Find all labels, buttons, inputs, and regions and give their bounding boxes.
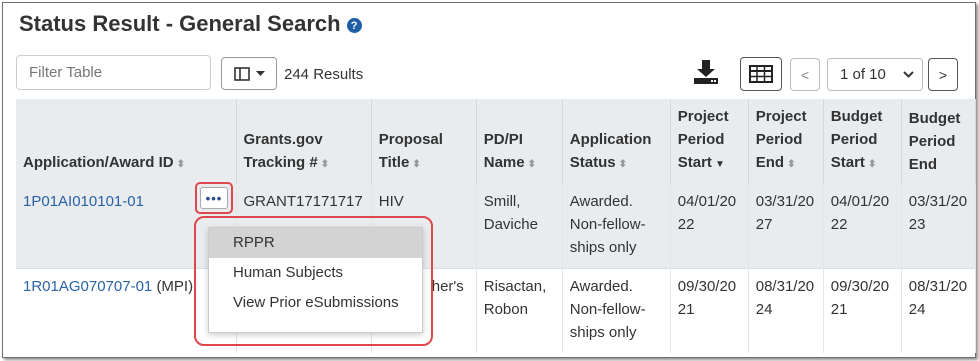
col-header[interactable]: PD/PI Name ⬍ — [476, 99, 563, 184]
next-page-button[interactable]: > — [928, 58, 958, 91]
page-title-text: Status Result - General Search — [19, 11, 341, 36]
status-cell: Awarded. Non-fellow-ships only — [562, 184, 671, 269]
chevron-down-icon — [903, 71, 914, 78]
highlight-box — [195, 182, 233, 214]
col-header-sorted[interactable]: Project Period Start ▼ — [670, 99, 749, 184]
proj-end-cell: 03/31/20 27 — [748, 184, 824, 269]
col-header[interactable]: Project Period End ⬍ — [748, 99, 824, 184]
page-select-value: 1 of 10 — [840, 66, 886, 83]
question-circle-icon[interactable]: ? — [346, 18, 362, 33]
application-id-link[interactable]: 1P01AI010101-01 — [23, 193, 144, 210]
col-header[interactable]: Grants.gov Tracking # ⬍ — [236, 99, 372, 184]
proj-start-cell: 09/30/20 21 — [670, 268, 749, 353]
highlight-box — [194, 216, 433, 346]
col-header[interactable]: Budget Period Start ⬍ — [823, 99, 902, 184]
page-title: Status Result - General Search ? — [19, 11, 362, 37]
budget-start-cell: 09/30/20 21 — [823, 268, 902, 353]
pi-cell: Smill, Daviche — [476, 184, 563, 269]
prev-page-button[interactable]: < — [790, 58, 820, 91]
pi-cell: Risactan, Robon — [476, 268, 563, 353]
status-results-table: Application/Award ID ⬍ Grants.gov Trackin… — [16, 99, 977, 353]
application-id-link[interactable]: 1R01AG070707-01 — [23, 278, 152, 295]
table-header-row: Application/Award ID ⬍ Grants.gov Trackin… — [16, 99, 977, 184]
download-icon[interactable] — [693, 59, 719, 85]
table-row: 1R01AG070707-01 (MPI) her's Risactan, Ro… — [16, 268, 977, 353]
col-header[interactable]: Budget Period End — [901, 99, 977, 184]
col-header[interactable]: Proposal Title ⬍ — [371, 99, 477, 184]
proj-start-cell: 04/01/20 22 — [670, 184, 749, 269]
page-select[interactable]: 1 of 10 — [827, 58, 923, 91]
table-grid-icon — [749, 65, 773, 83]
results-count: 244 Results — [284, 66, 364, 83]
mpi-label: (MPI) — [156, 278, 194, 295]
column-selector-button[interactable] — [221, 57, 277, 90]
status-cell: Awarded. Non-fellow-ships only — [562, 268, 671, 353]
columns-icon — [233, 66, 250, 81]
budget-end-cell: 08/31/20 24 — [901, 268, 977, 353]
table-row: 1P01AI010101-01 GRANT17171717 HIV Smill,… — [16, 184, 977, 269]
col-header[interactable]: Application/Award ID ⬍ — [16, 99, 237, 184]
proj-end-cell: 08/31/20 24 — [748, 268, 824, 353]
col-header[interactable]: Application Status ⬍ — [562, 99, 671, 184]
budget-end-cell: 03/31/20 23 — [901, 184, 977, 269]
table-view-button[interactable] — [740, 57, 782, 91]
filter-table-input[interactable] — [16, 55, 211, 90]
budget-start-cell: 04/01/20 22 — [823, 184, 902, 269]
caret-down-icon — [255, 70, 265, 76]
